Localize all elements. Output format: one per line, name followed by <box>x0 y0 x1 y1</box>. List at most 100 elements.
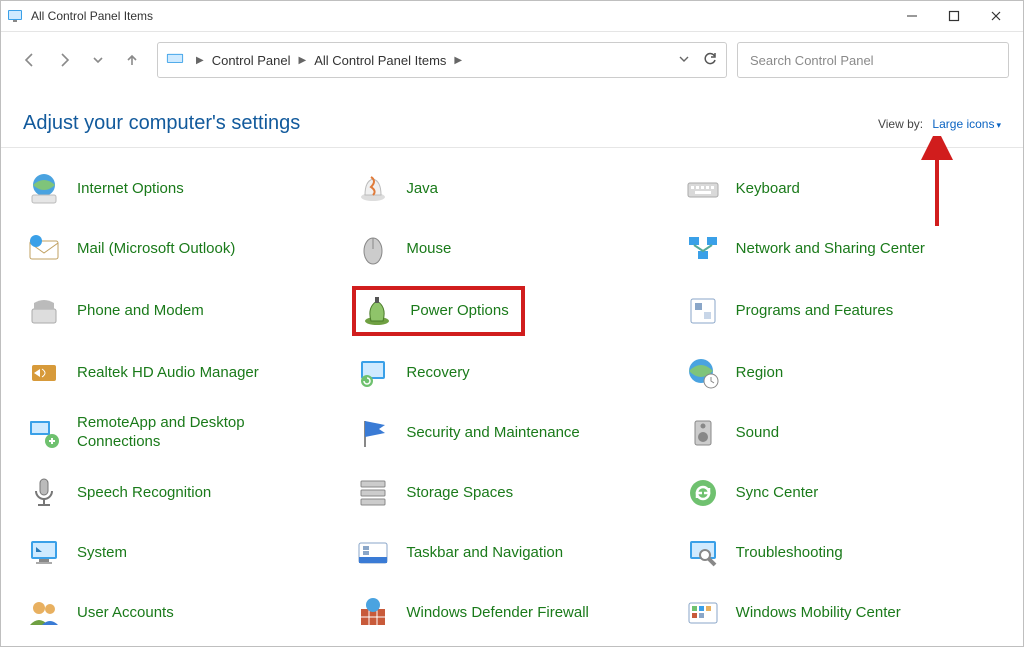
item-label: Keyboard <box>736 180 800 199</box>
up-button[interactable] <box>123 51 141 69</box>
content-header: Adjust your computer's settings View by:… <box>1 82 1023 148</box>
item-label: Phone and Modem <box>77 302 204 321</box>
item-label: User Accounts <box>77 604 174 623</box>
speaker-icon <box>684 414 722 452</box>
item-java[interactable]: Java <box>352 166 671 212</box>
address-bar[interactable]: ▶ Control Panel ▶ All Control Panel Item… <box>157 42 727 78</box>
navigation-bar: ▶ Control Panel ▶ All Control Panel Item… <box>1 38 1023 82</box>
java-icon <box>354 170 392 208</box>
window-title: All Control Panel Items <box>31 9 891 23</box>
item-label: Windows Defender Firewall <box>406 604 589 623</box>
title-bar: All Control Panel Items <box>1 1 1023 32</box>
item-keyboard[interactable]: Keyboard <box>682 166 1001 212</box>
item-troubleshooting[interactable]: Troubleshooting <box>682 530 1001 576</box>
item-label: RemoteApp and Desktop Connections <box>77 414 287 452</box>
mail-icon <box>25 230 63 268</box>
caret-down-icon: ▾ <box>996 120 1001 130</box>
recent-locations-button[interactable] <box>89 51 107 69</box>
item-programs-features[interactable]: Programs and Features <box>682 286 1001 336</box>
item-label: Mouse <box>406 240 451 259</box>
taskbar-icon <box>354 534 392 572</box>
item-remoteapp[interactable]: RemoteApp and Desktop Connections <box>23 410 342 456</box>
item-taskbar-navigation[interactable]: Taskbar and Navigation <box>352 530 671 576</box>
item-label: Sound <box>736 424 779 443</box>
globe-clock-icon <box>684 354 722 392</box>
audio-chip-icon <box>25 354 63 392</box>
mobility-icon <box>684 594 722 632</box>
network-icon <box>684 230 722 268</box>
minimize-button[interactable] <box>891 1 933 31</box>
view-by-dropdown[interactable]: Large icons▾ <box>932 117 1001 131</box>
item-label: Power Options <box>410 302 508 321</box>
troubleshooting-icon <box>684 534 722 572</box>
power-icon <box>358 292 396 330</box>
item-internet-options[interactable]: Internet Options <box>23 166 342 212</box>
item-label: Taskbar and Navigation <box>406 544 563 563</box>
item-label: Mail (Microsoft Outlook) <box>77 240 235 259</box>
programs-icon <box>684 292 722 330</box>
window-frame: All Control Panel Items ▶ Control Panel … <box>0 0 1024 647</box>
item-label: Java <box>406 180 438 199</box>
window-controls <box>891 1 1017 31</box>
nav-arrows <box>15 51 147 69</box>
item-sync-center[interactable]: Sync Center <box>682 470 1001 516</box>
firewall-icon <box>354 594 392 632</box>
item-mouse[interactable]: Mouse <box>352 226 671 272</box>
item-recovery[interactable]: Recovery <box>352 350 671 396</box>
item-user-accounts[interactable]: User Accounts <box>23 590 342 636</box>
item-mail[interactable]: Mail (Microsoft Outlook) <box>23 226 342 272</box>
item-speech-recognition[interactable]: Speech Recognition <box>23 470 342 516</box>
keyboard-icon <box>684 170 722 208</box>
item-label: Speech Recognition <box>77 484 211 503</box>
chevron-right-icon: ▶ <box>298 55 306 66</box>
search-box[interactable] <box>737 42 1009 78</box>
refresh-button[interactable] <box>702 51 718 70</box>
maximize-button[interactable] <box>933 1 975 31</box>
globe-icon <box>25 170 63 208</box>
item-region[interactable]: Region <box>682 350 1001 396</box>
breadcrumb-root[interactable]: Control Panel <box>212 53 291 68</box>
search-input[interactable] <box>748 52 998 69</box>
microphone-icon <box>25 474 63 512</box>
item-label: Sync Center <box>736 484 819 503</box>
item-label: Realtek HD Audio Manager <box>77 364 259 383</box>
item-power-options[interactable]: Power Options <box>352 286 524 336</box>
control-panel-icon <box>7 8 23 24</box>
item-mobility-center[interactable]: Windows Mobility Center <box>682 590 1001 636</box>
item-label: Internet Options <box>77 180 184 199</box>
item-network-sharing[interactable]: Network and Sharing Center <box>682 226 1001 272</box>
view-by: View by: Large icons▾ <box>878 117 1001 131</box>
item-defender-firewall[interactable]: Windows Defender Firewall <box>352 590 671 636</box>
item-label: Recovery <box>406 364 469 383</box>
item-sound[interactable]: Sound <box>682 410 1001 456</box>
system-icon <box>25 534 63 572</box>
recovery-icon <box>354 354 392 392</box>
back-button[interactable] <box>21 51 39 69</box>
item-system[interactable]: System <box>23 530 342 576</box>
users-icon <box>25 594 63 632</box>
item-label: Network and Sharing Center <box>736 240 925 259</box>
item-label: Security and Maintenance <box>406 424 579 443</box>
drives-icon <box>354 474 392 512</box>
item-security-maintenance[interactable]: Security and Maintenance <box>352 410 671 456</box>
item-label: System <box>77 544 127 563</box>
item-realtek-audio[interactable]: Realtek HD Audio Manager <box>23 350 342 396</box>
close-button[interactable] <box>975 1 1017 31</box>
address-dropdown-button[interactable] <box>678 53 690 68</box>
phone-icon <box>25 292 63 330</box>
page-title: Adjust your computer's settings <box>23 112 300 135</box>
sync-icon <box>684 474 722 512</box>
forward-button[interactable] <box>55 51 73 69</box>
chevron-right-icon: ▶ <box>196 55 204 66</box>
breadcrumb-current[interactable]: All Control Panel Items <box>314 53 446 68</box>
control-panel-grid: Internet Options Java Keyboard Mail (Mic… <box>1 148 1023 647</box>
view-by-label: View by: <box>878 117 923 131</box>
mouse-icon <box>354 230 392 268</box>
chevron-right-icon: ▶ <box>454 55 462 66</box>
item-storage-spaces[interactable]: Storage Spaces <box>352 470 671 516</box>
item-label: Region <box>736 364 784 383</box>
item-label: Storage Spaces <box>406 484 513 503</box>
item-label: Windows Mobility Center <box>736 604 901 623</box>
item-phone-modem[interactable]: Phone and Modem <box>23 286 342 336</box>
control-panel-icon <box>166 53 184 67</box>
